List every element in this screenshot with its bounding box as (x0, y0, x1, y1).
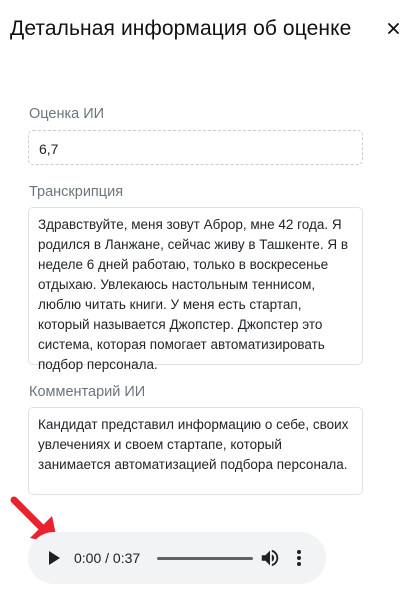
transcript-label: Транскрипция (29, 184, 124, 200)
audio-time: 0:00 / 0:37 (74, 550, 141, 566)
close-button[interactable] (382, 17, 404, 39)
volume-button[interactable] (259, 547, 281, 569)
more-vertical-icon (297, 550, 301, 566)
score-field[interactable]: 6,7 (28, 130, 363, 165)
transcript-field[interactable]: Здравствуйте, меня зовут Аброр, мне 42 г… (28, 207, 363, 372)
modal-header: Детальная информация об оценке (0, 0, 415, 60)
modal-title: Детальная информация об оценке (10, 17, 352, 40)
audio-player[interactable]: 0:00 / 0:37 (28, 532, 326, 584)
comment-field[interactable]: Кандидат представил информацию о себе, с… (28, 407, 363, 495)
play-button[interactable] (45, 549, 63, 567)
comment-label: Комментарий ИИ (29, 384, 146, 400)
volume-icon (261, 549, 279, 567)
close-icon (387, 22, 399, 34)
score-label: Оценка ИИ (29, 106, 105, 122)
audio-progress-track[interactable] (157, 557, 253, 560)
play-icon (49, 551, 60, 565)
more-options-button[interactable] (292, 547, 306, 569)
